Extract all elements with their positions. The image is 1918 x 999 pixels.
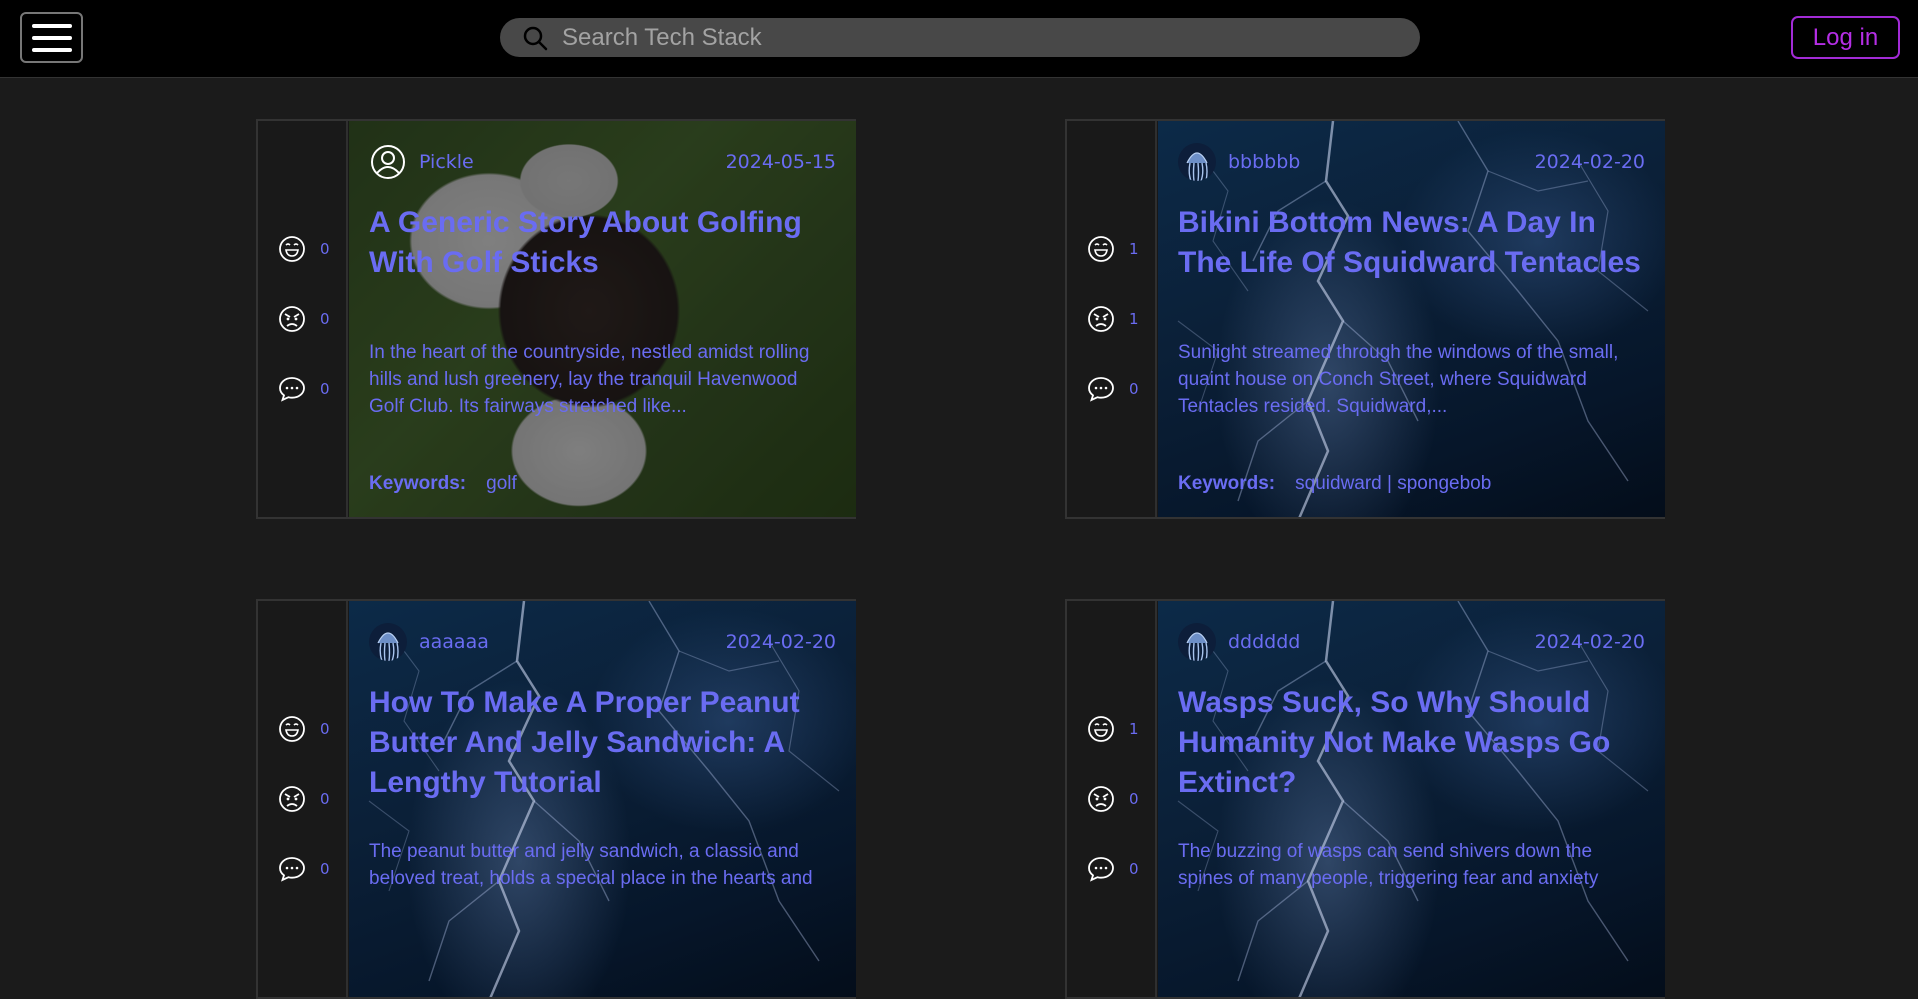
- post-meta: aaaaaa 2024-02-20: [369, 623, 836, 661]
- keywords-value: golf: [486, 473, 517, 494]
- post-content[interactable]: Pickle 2024-05-15 A Generic Story About …: [349, 121, 856, 517]
- like-count: 0: [320, 240, 330, 258]
- post-content[interactable]: dddddd 2024-02-20 Wasps Suck, So Why Sho…: [1158, 601, 1665, 997]
- dislike-count: 0: [1129, 790, 1139, 808]
- menu-line: [31, 35, 72, 40]
- post-date: 2024-05-15: [725, 151, 836, 173]
- like-count: 1: [1129, 720, 1139, 738]
- author-name[interactable]: dddddd: [1228, 631, 1300, 653]
- reaction-rail: 0 0 0: [258, 601, 348, 997]
- comment-count: 0: [320, 380, 330, 398]
- dislike-count: 1: [1129, 310, 1139, 328]
- like-count: 0: [320, 720, 330, 738]
- comment-button[interactable]: 0: [278, 375, 330, 403]
- author-name[interactable]: Pickle: [419, 151, 474, 173]
- post-content[interactable]: aaaaaa 2024-02-20 How To Make A Proper P…: [349, 601, 856, 997]
- dislike-button[interactable]: 0: [278, 305, 330, 333]
- happy-face-icon: [278, 715, 306, 743]
- post-author[interactable]: Pickle: [369, 143, 474, 181]
- dislike-count: 0: [320, 310, 330, 328]
- search-icon: [523, 26, 548, 50]
- keywords-label: Keywords:: [369, 473, 467, 494]
- like-button[interactable]: 0: [278, 715, 330, 743]
- post-title[interactable]: Wasps Suck, So Why Should Humanity Not M…: [1178, 683, 1645, 803]
- dislike-button[interactable]: 0: [1087, 785, 1139, 813]
- author-name[interactable]: bbbbbb: [1228, 151, 1300, 173]
- author-name[interactable]: aaaaaa: [419, 631, 489, 653]
- post-card[interactable]: 0 0 0 Pickle 2024-05-15 A Generic Story …: [256, 119, 856, 519]
- comment-button[interactable]: 0: [278, 855, 330, 883]
- comment-button[interactable]: 0: [1087, 375, 1139, 403]
- like-button[interactable]: 1: [1087, 235, 1139, 263]
- user-circle-icon: [369, 143, 407, 181]
- post-title[interactable]: How To Make A Proper Peanut Butter And J…: [369, 683, 836, 803]
- post-excerpt: The peanut butter and jelly sandwich, a …: [369, 841, 813, 889]
- post-date: 2024-02-20: [1534, 631, 1645, 653]
- comment-count: 0: [1129, 380, 1139, 398]
- post-author[interactable]: aaaaaa: [369, 623, 489, 661]
- happy-face-icon: [278, 235, 306, 263]
- post-keywords: Keywords: golf: [369, 473, 517, 495]
- jellyfish-avatar-icon: [1178, 623, 1216, 661]
- post-meta: dddddd 2024-02-20: [1178, 623, 1645, 661]
- menu-line: [31, 23, 72, 28]
- angry-face-icon: [278, 305, 306, 333]
- jellyfish-avatar-icon: [369, 623, 407, 661]
- like-button[interactable]: 1: [1087, 715, 1139, 743]
- like-count: 1: [1129, 240, 1139, 258]
- post-card[interactable]: 0 0 0 aaaaaa 2024-02-20 How To Make A Pr…: [256, 599, 856, 999]
- comment-button[interactable]: 0: [1087, 855, 1139, 883]
- login-button[interactable]: Log in: [1791, 16, 1900, 59]
- keywords-label: Keywords:: [1178, 473, 1276, 494]
- post-excerpt: The buzzing of wasps can send shivers do…: [1178, 841, 1599, 889]
- angry-face-icon: [1087, 785, 1115, 813]
- reaction-rail: 1 1 0: [1067, 121, 1157, 517]
- comment-count: 0: [1129, 860, 1139, 878]
- post-card[interactable]: 1 1 0 bbbbbb 2024-02-20 Bikini Bottom Ne…: [1065, 119, 1665, 519]
- menu-line: [31, 47, 72, 52]
- post-author[interactable]: bbbbbb: [1178, 143, 1300, 181]
- happy-face-icon: [1087, 715, 1115, 743]
- happy-face-icon: [1087, 235, 1115, 263]
- dislike-count: 0: [320, 790, 330, 808]
- comment-icon: [1087, 375, 1115, 403]
- post-title[interactable]: Bikini Bottom News: A Day In The Life Of…: [1178, 203, 1645, 283]
- post-meta: bbbbbb 2024-02-20: [1178, 143, 1645, 181]
- comment-icon: [278, 375, 306, 403]
- post-keywords: Keywords: squidward | spongebob: [1178, 473, 1491, 495]
- top-bar: Log in: [0, 0, 1918, 78]
- post-date: 2024-02-20: [725, 631, 836, 653]
- search-input[interactable]: [562, 23, 1382, 52]
- reaction-rail: 1 0 0: [1067, 601, 1157, 997]
- reaction-rail: 0 0 0: [258, 121, 348, 517]
- jellyfish-avatar-icon: [1178, 143, 1216, 181]
- like-button[interactable]: 0: [278, 235, 330, 263]
- post-content[interactable]: bbbbbb 2024-02-20 Bikini Bottom News: A …: [1158, 121, 1665, 517]
- angry-face-icon: [1087, 305, 1115, 333]
- dislike-button[interactable]: 0: [278, 785, 330, 813]
- post-meta: Pickle 2024-05-15: [369, 143, 836, 181]
- post-title[interactable]: A Generic Story About Golfing With Golf …: [369, 203, 836, 283]
- comment-icon: [1087, 855, 1115, 883]
- comment-icon: [278, 855, 306, 883]
- search-bar[interactable]: [500, 18, 1420, 57]
- angry-face-icon: [278, 785, 306, 813]
- keywords-value: squidward | spongebob: [1295, 473, 1492, 494]
- dislike-button[interactable]: 1: [1087, 305, 1139, 333]
- post-excerpt: In the heart of the countryside, nestled…: [369, 342, 810, 417]
- post-excerpt: Sunlight streamed through the windows of…: [1178, 342, 1619, 417]
- comment-count: 0: [320, 860, 330, 878]
- post-card[interactable]: 1 0 0 dddddd 2024-02-20 Wasps Suck, So W…: [1065, 599, 1665, 999]
- hamburger-menu-button[interactable]: [20, 12, 83, 63]
- post-author[interactable]: dddddd: [1178, 623, 1300, 661]
- post-date: 2024-02-20: [1534, 151, 1645, 173]
